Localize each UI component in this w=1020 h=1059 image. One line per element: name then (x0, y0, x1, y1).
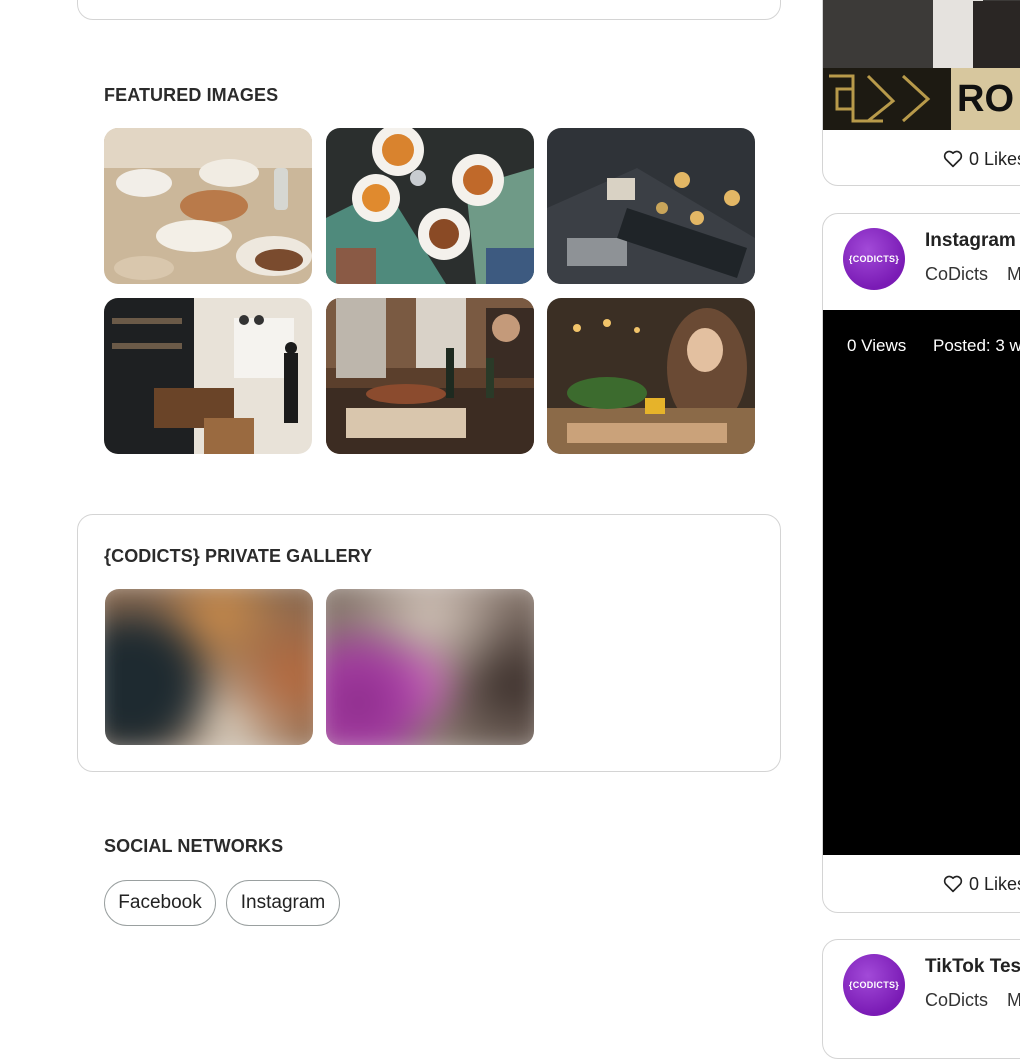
banner-text: RO (957, 78, 1014, 120)
post-card-3: {CODICTS} TikTok Test CoDicts M (822, 939, 1020, 1059)
post-1-likes[interactable]: 0 Likes (823, 131, 1020, 185)
image-bar-interior[interactable] (104, 298, 312, 454)
posted-time: Posted: 3 w (933, 336, 1020, 355)
instagram-link[interactable]: Instagram (226, 880, 340, 926)
image-restaurant-overhead[interactable] (547, 128, 755, 284)
friends-dining-photo (326, 298, 534, 454)
featured-images-title: FEATURED IMAGES (104, 85, 279, 105)
facebook-link[interactable]: Facebook (104, 880, 216, 926)
fries-photo (326, 128, 534, 284)
avatar[interactable]: {CODICTS} (843, 954, 905, 1016)
post-3-title[interactable]: TikTok Test (925, 956, 1020, 978)
social-networks-title: SOCIAL NETWORKS (104, 836, 284, 856)
heart-icon (943, 875, 963, 893)
author-extra: M (1007, 264, 1020, 284)
author-name[interactable]: CoDicts (925, 990, 988, 1010)
dining-table-photo (104, 128, 312, 284)
private-gallery-title: {CODICTS} PRIVATE GALLERY (104, 546, 373, 566)
post-2-title[interactable]: Instagram T (925, 230, 1020, 252)
video-player[interactable]: 0 Views Posted: 3 w (823, 310, 1020, 855)
private-image-2[interactable] (326, 589, 534, 745)
woman-eating-photo (547, 298, 755, 454)
author-extra: M (1007, 990, 1020, 1010)
likes-count: 0 Likes (969, 148, 1020, 169)
post-3-author: CoDicts M (925, 990, 1020, 1011)
top-card (77, 0, 781, 20)
blurred-photo-2 (326, 589, 534, 745)
bar-interior-photo (104, 298, 312, 454)
post-2-author: CoDicts M (925, 264, 1020, 285)
post-card-2: {CODICTS} Instagram T CoDicts M 0 Views … (822, 213, 1020, 913)
likes-count: 0 Likes (969, 873, 1020, 894)
avatar[interactable]: {CODICTS} (843, 228, 905, 290)
image-friends-dining[interactable] (326, 298, 534, 454)
image-dining-table[interactable] (104, 128, 312, 284)
heart-icon (943, 150, 963, 168)
post-card-1: RO 0 Likes (822, 0, 1020, 186)
blurred-photo-1 (105, 589, 313, 745)
private-image-1[interactable] (105, 589, 313, 745)
post-2-likes[interactable]: 0 Likes (823, 856, 1020, 912)
restaurant-overhead-photo (547, 128, 755, 284)
image-fries-overhead[interactable] (326, 128, 534, 284)
author-name[interactable]: CoDicts (925, 264, 988, 284)
views-count: 0 Views (847, 336, 907, 355)
image-woman-eating[interactable] (547, 298, 755, 454)
